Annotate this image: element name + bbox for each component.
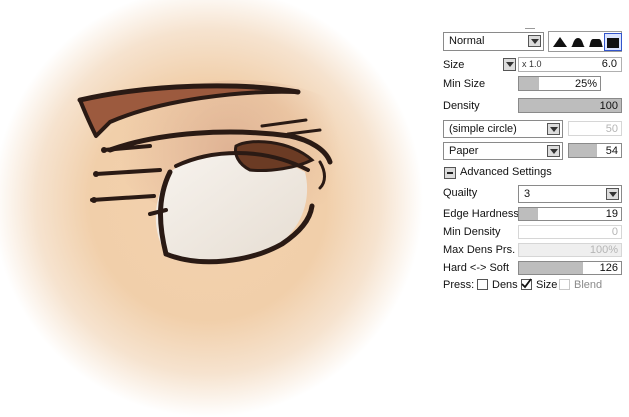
min-size-slider[interactable]: 25% bbox=[518, 76, 601, 91]
brush-texture-strength: 50 bbox=[568, 121, 622, 136]
hard-shape-icon bbox=[607, 38, 619, 48]
paper-texture-value: Paper bbox=[449, 145, 479, 157]
min-density-slider: 0 bbox=[518, 225, 622, 239]
drawing-canvas[interactable] bbox=[0, 0, 436, 417]
max-dens-prs-label: Max Dens Prs. bbox=[443, 244, 516, 256]
press-blend-checkbox bbox=[559, 279, 570, 290]
density-label: Density bbox=[443, 100, 480, 112]
chevron-down-icon[interactable] bbox=[547, 123, 560, 135]
min-density-value: 0 bbox=[611, 226, 618, 238]
sharp-shape-button[interactable] bbox=[551, 33, 569, 51]
quality-select[interactable]: 3 bbox=[518, 185, 622, 203]
paper-texture-select[interactable]: Paper bbox=[443, 142, 563, 160]
blend-mode-value: Normal bbox=[449, 35, 485, 47]
edge-hardness-fill bbox=[519, 208, 539, 220]
flat-shape-icon bbox=[589, 39, 603, 47]
checkmark-icon bbox=[521, 278, 532, 289]
minus-icon bbox=[447, 172, 453, 174]
chevron-down-icon[interactable] bbox=[528, 35, 541, 47]
sharp-shape-icon bbox=[553, 37, 567, 47]
size-multiplier-dropdown[interactable] bbox=[503, 58, 516, 71]
brush-texture-value: (simple circle) bbox=[449, 123, 517, 135]
advanced-settings-title: Advanced Settings bbox=[460, 166, 552, 178]
brush-texture-strength-value: 50 bbox=[605, 123, 618, 135]
press-dens-checkbox[interactable] bbox=[477, 279, 488, 290]
density-slider[interactable]: 100 bbox=[518, 98, 622, 113]
paper-texture-strength[interactable]: 54 bbox=[568, 143, 622, 158]
hard-soft-label: Hard <-> Soft bbox=[443, 262, 510, 274]
size-field[interactable]: x 1.0 6.0 bbox=[518, 57, 622, 72]
press-dens-label: Dens bbox=[492, 279, 518, 291]
round-shape-icon bbox=[571, 38, 585, 47]
blend-mode-select[interactable]: Normal bbox=[443, 32, 544, 51]
edge-hardness-slider[interactable]: 19 bbox=[518, 207, 622, 221]
brush-shape-selector bbox=[548, 31, 622, 52]
press-size-checkbox[interactable] bbox=[521, 278, 532, 290]
hard-soft-value: 126 bbox=[599, 262, 618, 274]
hard-soft-fill bbox=[519, 262, 584, 274]
max-dens-prs-slider: 100% bbox=[518, 243, 622, 257]
press-label: Press: bbox=[443, 279, 475, 291]
max-dens-prs-value: 100% bbox=[589, 244, 618, 256]
flat-shape-button[interactable] bbox=[587, 33, 605, 51]
min-size-label: Min Size bbox=[443, 78, 486, 90]
size-value: 6.0 bbox=[601, 58, 617, 70]
size-multiplier: x 1.0 bbox=[522, 59, 542, 69]
hard-shape-button[interactable] bbox=[604, 33, 622, 51]
brush-texture-select[interactable]: (simple circle) bbox=[443, 120, 563, 138]
chevron-down-icon[interactable] bbox=[606, 188, 619, 200]
chevron-down-icon[interactable] bbox=[547, 145, 560, 157]
quality-label: Quailty bbox=[443, 187, 478, 199]
paper-texture-strength-value: 54 bbox=[605, 145, 618, 157]
hard-soft-slider[interactable]: 126 bbox=[518, 261, 622, 275]
density-value: 100 bbox=[599, 100, 618, 112]
press-blend-label: Blend bbox=[574, 279, 603, 291]
paper-texture-strength-fill bbox=[569, 144, 598, 157]
quality-value: 3 bbox=[524, 188, 531, 200]
min-size-fill bbox=[519, 77, 540, 90]
edge-hardness-value: 19 bbox=[605, 208, 618, 220]
min-density-label: Min Density bbox=[443, 226, 501, 238]
advanced-settings-toggle[interactable] bbox=[444, 167, 456, 179]
round-shape-button[interactable] bbox=[569, 33, 587, 51]
brush-settings-panel: Normal Size x 1.0 6.0 Min Size 25% Densi… bbox=[441, 28, 626, 298]
size-label: Size bbox=[443, 59, 465, 71]
chevron-down-icon bbox=[506, 62, 514, 67]
min-size-value: 25% bbox=[574, 78, 597, 90]
press-size-label: Size bbox=[536, 279, 558, 291]
panel-grip bbox=[525, 28, 535, 29]
eye-illustration bbox=[0, 0, 436, 417]
edge-hardness-label: Edge Hardness bbox=[443, 208, 519, 220]
